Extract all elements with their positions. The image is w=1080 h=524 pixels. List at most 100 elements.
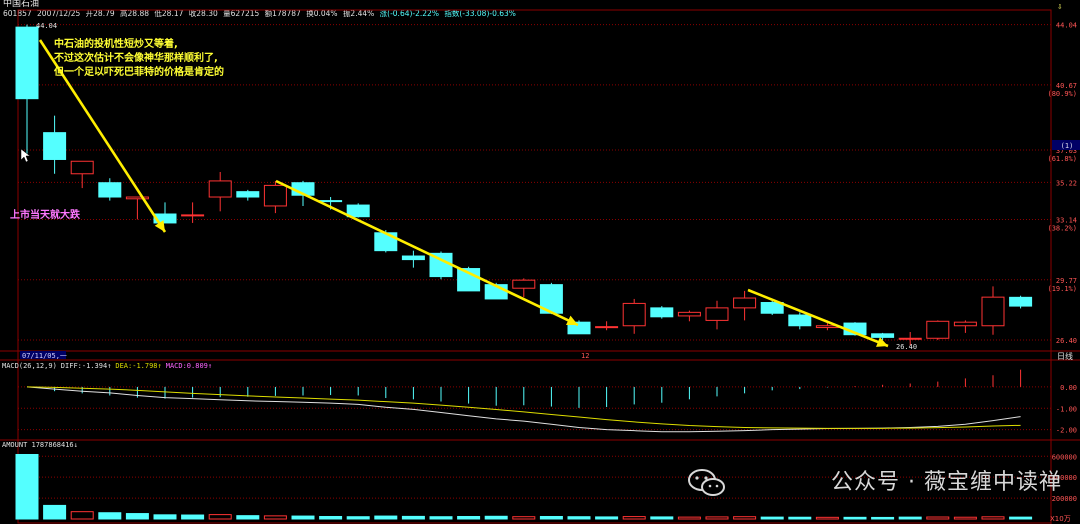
candle-body	[595, 326, 619, 329]
candle-body	[263, 184, 287, 207]
current-marker-label: (1)	[1061, 142, 1074, 150]
macd-tick-label: -2.00	[1056, 427, 1077, 435]
amount-bar	[457, 515, 481, 520]
macd-legend-dea: DEA:-1.798↑	[115, 362, 161, 370]
candle-body	[705, 307, 729, 321]
amount-bar	[263, 515, 287, 520]
candle-body	[733, 297, 757, 309]
amount-bar	[125, 513, 149, 520]
amount-bar	[622, 516, 646, 520]
price-pct-label: (80.9%)	[1047, 90, 1077, 98]
macd-legend-diff: DIFF:-1.394↑	[61, 362, 112, 370]
macd-tick-label: 0.00	[1060, 384, 1077, 392]
stock-chart[interactable]: 0.00-1.00-2.00 600000400000200000 44.044…	[0, 0, 1080, 524]
trend-arrow-2	[275, 179, 579, 327]
amount-bar	[677, 516, 701, 520]
candle-body	[898, 337, 922, 340]
amount-bar	[953, 516, 977, 520]
amount-bar	[512, 516, 536, 520]
candle-body	[181, 214, 205, 217]
price-tick-label: 29.77	[1056, 277, 1077, 285]
candle-body	[70, 160, 94, 175]
price-pct-label: (61.8%)	[1047, 155, 1077, 163]
amount-bar	[346, 516, 370, 520]
macd-panel: 0.00 -1.00 -2.00	[26, 369, 1077, 435]
amount-bar	[484, 515, 508, 520]
candle-body	[98, 182, 122, 198]
amount-bar	[539, 515, 563, 520]
mouse-cursor-icon	[20, 148, 31, 163]
amount-bar	[705, 516, 729, 520]
price-tick-label: 35.22	[1056, 179, 1077, 187]
price-tick-label: 40.67	[1056, 82, 1077, 90]
date-start-label: 07/11/05,一	[22, 352, 67, 360]
price-tick-label: 33.14	[1056, 217, 1077, 225]
amount-unit-label: X10万	[1050, 515, 1071, 523]
high-marker: 44.04	[36, 22, 57, 30]
amount-bar	[843, 516, 867, 520]
amount-bar	[319, 515, 343, 520]
macd-legend: MACD(26,12,9) DIFF:-1.394↑ DEA:-1.798↑ MACD…	[2, 362, 212, 370]
note-line-2: 不过这次估计不会像神华那样顺利了,	[54, 51, 218, 64]
amount-bar	[981, 516, 1005, 520]
candle-body	[981, 296, 1005, 327]
candle-body	[374, 232, 398, 252]
wechat-icon	[688, 469, 725, 496]
candle-body	[208, 180, 232, 198]
watermark-text: 公众号 · 薇宝缠中读禅	[831, 470, 1062, 495]
amount-bar	[98, 512, 122, 520]
amount-bar	[374, 515, 398, 520]
amount-bar	[898, 516, 922, 520]
candle-body	[650, 307, 674, 318]
candle-body	[622, 302, 646, 327]
amount-bar	[733, 516, 757, 520]
chart-frame	[17, 9, 1052, 524]
amount-bar	[181, 514, 205, 520]
amount-bar	[70, 511, 94, 520]
amount-bar	[1009, 516, 1033, 520]
amount-bar	[291, 515, 315, 520]
grid-lines	[0, 9, 1080, 524]
period-label[interactable]: 日线	[1057, 351, 1073, 361]
trend-arrow-3	[747, 288, 889, 348]
amount-bar	[429, 516, 453, 520]
candle-body	[1009, 296, 1033, 307]
macd-legend-macd: MACD:0.809↑	[166, 362, 212, 370]
candle-body	[125, 196, 149, 200]
price-tick-label: 26.40	[1056, 337, 1077, 345]
note-line-3: 但一个足以吓死巴菲特的价格是肯定的	[53, 65, 224, 78]
ipo-label: 上市当天就大跌	[10, 208, 81, 221]
amount-bar	[788, 516, 812, 520]
candle-body	[677, 311, 701, 317]
amount-bar	[208, 514, 232, 520]
amount-bar	[926, 516, 950, 520]
price-tick-label: 44.04	[1056, 22, 1077, 30]
amount-bar	[871, 516, 895, 520]
amount-bar	[401, 515, 425, 520]
amount-bar	[815, 516, 839, 520]
price-pct-label: (19.1%)	[1047, 285, 1077, 293]
amount-bar	[595, 516, 619, 520]
candle-body	[319, 200, 343, 203]
amount-bar	[650, 516, 674, 520]
macd-tick-label: -1.00	[1056, 405, 1077, 413]
price-pct-label: (38.2%)	[1047, 225, 1077, 233]
candle-body	[401, 255, 425, 261]
amount-bar	[43, 504, 67, 520]
amount-bar	[236, 515, 260, 520]
candle-body	[512, 279, 536, 289]
candle-body	[236, 191, 260, 198]
candle-body	[346, 204, 370, 218]
amount-tick-label: 200000	[1052, 495, 1077, 503]
candle-body	[871, 333, 895, 338]
adjust-icon[interactable]: ⇩	[1057, 2, 1062, 12]
note-line-1: 中石油的投机性短炒又等着,	[54, 37, 178, 50]
candle-body	[953, 321, 977, 327]
candle-body	[43, 132, 67, 160]
amount-tick-label: 600000	[1052, 453, 1077, 461]
trend-arrows	[38, 39, 889, 348]
amount-legend: AMOUNT 1787868416↓	[2, 441, 78, 449]
amount-bar	[15, 453, 39, 520]
month-tick-label: 12	[581, 352, 589, 360]
candle-body	[788, 314, 812, 327]
